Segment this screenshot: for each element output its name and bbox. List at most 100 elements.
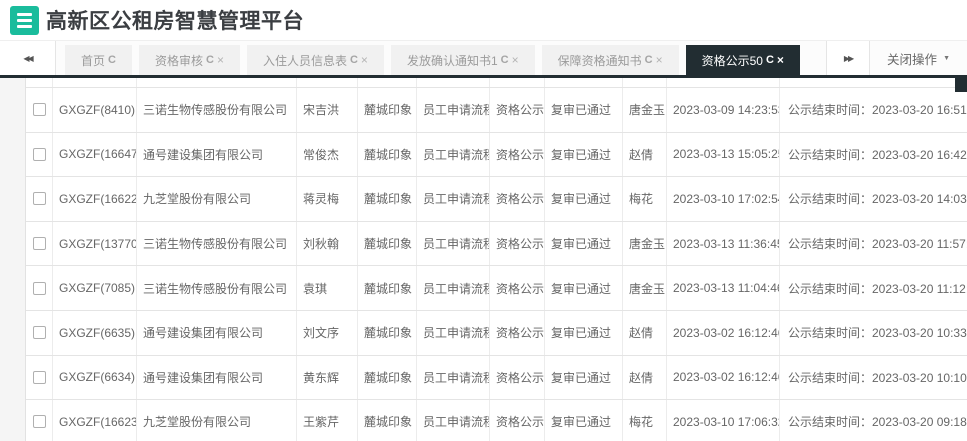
review-result: 复审已通过 [545,132,623,177]
company-name: 通号建设集团有限公司 [137,355,297,400]
refresh-icon[interactable]: C [766,54,774,66]
close-icon[interactable]: × [361,53,368,67]
applicant-name: 王紫芹 [297,400,358,441]
apply-time: 2023-03-13 11:04:46 [667,266,780,310]
reviewer-name: 赵倩 [623,310,667,355]
refresh-icon[interactable]: C [645,54,653,66]
refresh-icon[interactable]: C [501,54,509,66]
application-id: GXGZF(8410) [53,88,137,132]
refresh-icon[interactable]: C [206,54,214,66]
checkbox-cell [26,400,53,441]
tab-label: 入住人员信息表 [262,53,347,68]
refresh-icon[interactable]: C [350,54,358,66]
status-text: 资格公示 [490,88,545,132]
application-id: GXGZF(16647) [53,132,137,177]
table-row: GXGZF(13770) 三诺生物传感股份有限公司 刘秋翰 麓城印象 员工申请流… [26,221,967,267]
checkbox-cell [26,177,53,221]
company-name: 通号建设集团有限公司 [137,310,297,355]
tab-入住人员信息表[interactable]: 入住人员信息表 C × [246,45,384,75]
project-name: 麓城印象 [358,177,417,221]
applicant-name: 宋吉洪 [297,88,358,132]
company-name: 九芝堂股份有限公司 [137,177,297,221]
menu-icon[interactable] [10,5,39,35]
tabs: 首页 C 资格审核 C × 入住人员信息表 C × 发放确认通知书1 C × 保… [56,41,800,75]
publicity-end-time: 公示结束时间：2023-03-20 10:33:59 [788,326,967,341]
left-gutter [0,78,26,441]
process-type: 员工申请流程 [417,221,490,266]
apply-time: 2023-03-02 16:12:46 [667,355,780,400]
company-name: 三诺生物传感股份有限公司 [137,88,297,132]
project-name: 麓城印象 [358,88,417,132]
review-result: 复审已通过 [545,400,623,441]
apply-time: 2023-03-13 15:05:25 [667,132,780,177]
project-name: 麓城印象 [358,310,417,355]
checkbox-cell [26,221,53,266]
publicity-end-time: 公示结束时间：2023-03-20 16:51:14 [788,103,967,118]
table-row: GXGZF(16647) 通号建设集团有限公司 常俊杰 麓城印象 员工申请流程 … [26,132,967,178]
tab-资格审核[interactable]: 资格审核 C × [138,45,240,75]
scrollbar-thumb[interactable] [955,76,967,92]
table-row: GXGZF(7085) 三诺生物传感股份有限公司 袁琪 麓城印象 员工申请流程 … [26,266,967,311]
applicant-name: 黄东辉 [297,355,358,400]
status-text: 资格公示 [490,355,545,400]
status-text: 资格公示 [490,132,545,177]
status-text: 资格公示 [490,400,545,441]
table-body: GXGZF(8410) 三诺生物传感股份有限公司 宋吉洪 麓城印象 员工申请流程… [26,88,967,441]
tab-资格公示50[interactable]: 资格公示50 C × [685,45,800,75]
row-checkbox[interactable] [32,326,46,340]
process-type: 员工申请流程 [417,132,490,177]
scroll-tabs-left-button[interactable]: ◀◀ [0,41,56,75]
publicity-end-time: 公示结束时间：2023-03-20 09:18:13 [788,415,967,430]
reviewer-name: 赵倩 [623,132,667,177]
row-checkbox[interactable] [32,281,46,295]
table-row: GXGZF(16623) 九芝堂股份有限公司 王紫芹 麓城印象 员工申请流程 资… [26,400,967,441]
company-name: 九芝堂股份有限公司 [137,400,297,441]
refresh-icon[interactable]: C [108,54,116,66]
close-operations-label: 关闭操作 [887,52,938,67]
close-operations-dropdown[interactable]: 关闭操作 ▼ [870,41,967,75]
status-text: 资格公示 [490,177,545,221]
reviewer-name: 唐金玉 [623,88,667,132]
applicant-name: 刘秋翰 [297,221,358,266]
status-text: 资格公示 [490,221,545,266]
tab-保障资格通知书[interactable]: 保障资格通知书 C × [541,45,679,75]
app-header: 高新区公租房智慧管理平台 [0,0,967,40]
application-id: GXGZF(6635) [53,310,137,355]
row-checkbox[interactable] [32,147,46,161]
tab-label: 发放确认通知书1 [406,53,498,68]
status-text: 资格公示 [490,310,545,355]
reviewer-name: 唐金玉 [623,221,667,266]
apply-time: 2023-03-02 16:12:46 [667,310,780,355]
chevron-double-right-icon: ▶▶ [843,53,854,63]
row-checkbox[interactable] [32,370,46,384]
company-name: 通号建设集团有限公司 [137,132,297,177]
close-icon[interactable]: × [217,53,224,67]
row-checkbox[interactable] [32,192,46,206]
reviewer-name: 赵倩 [623,355,667,400]
apply-time: 2023-03-09 14:23:53 [667,88,780,132]
application-id: GXGZF(16623) [53,400,137,441]
application-id: GXGZF(13770) [53,221,137,266]
checkbox-cell [26,266,53,310]
close-icon[interactable]: × [656,53,663,67]
tab-发放确认通知书1[interactable]: 发放确认通知书1 C × [390,45,535,75]
applicant-name: 常俊杰 [297,132,358,177]
main-content: GXGZF(8410) 三诺生物传感股份有限公司 宋吉洪 麓城印象 员工申请流程… [0,78,967,441]
status-text: 资格公示 [490,266,545,310]
applicant-name: 袁琪 [297,266,358,310]
checkbox-cell [26,355,53,400]
tab-label: 资格审核 [154,53,203,68]
row-checkbox[interactable] [32,237,46,251]
close-icon[interactable]: × [777,53,784,67]
project-name: 麓城印象 [358,400,417,441]
checkbox-cell [26,88,53,132]
close-icon[interactable]: × [512,53,519,67]
row-checkbox[interactable] [32,103,46,117]
reviewer-name: 梅花 [623,177,667,221]
checkbox-cell [26,310,53,355]
review-result: 复审已通过 [545,266,623,310]
tab-首页[interactable]: 首页 C [65,45,132,75]
scroll-tabs-right-button[interactable]: ▶▶ [826,41,871,75]
row-checkbox[interactable] [32,415,46,429]
publicity-table: GXGZF(8410) 三诺生物传感股份有限公司 宋吉洪 麓城印象 员工申请流程… [26,78,967,441]
